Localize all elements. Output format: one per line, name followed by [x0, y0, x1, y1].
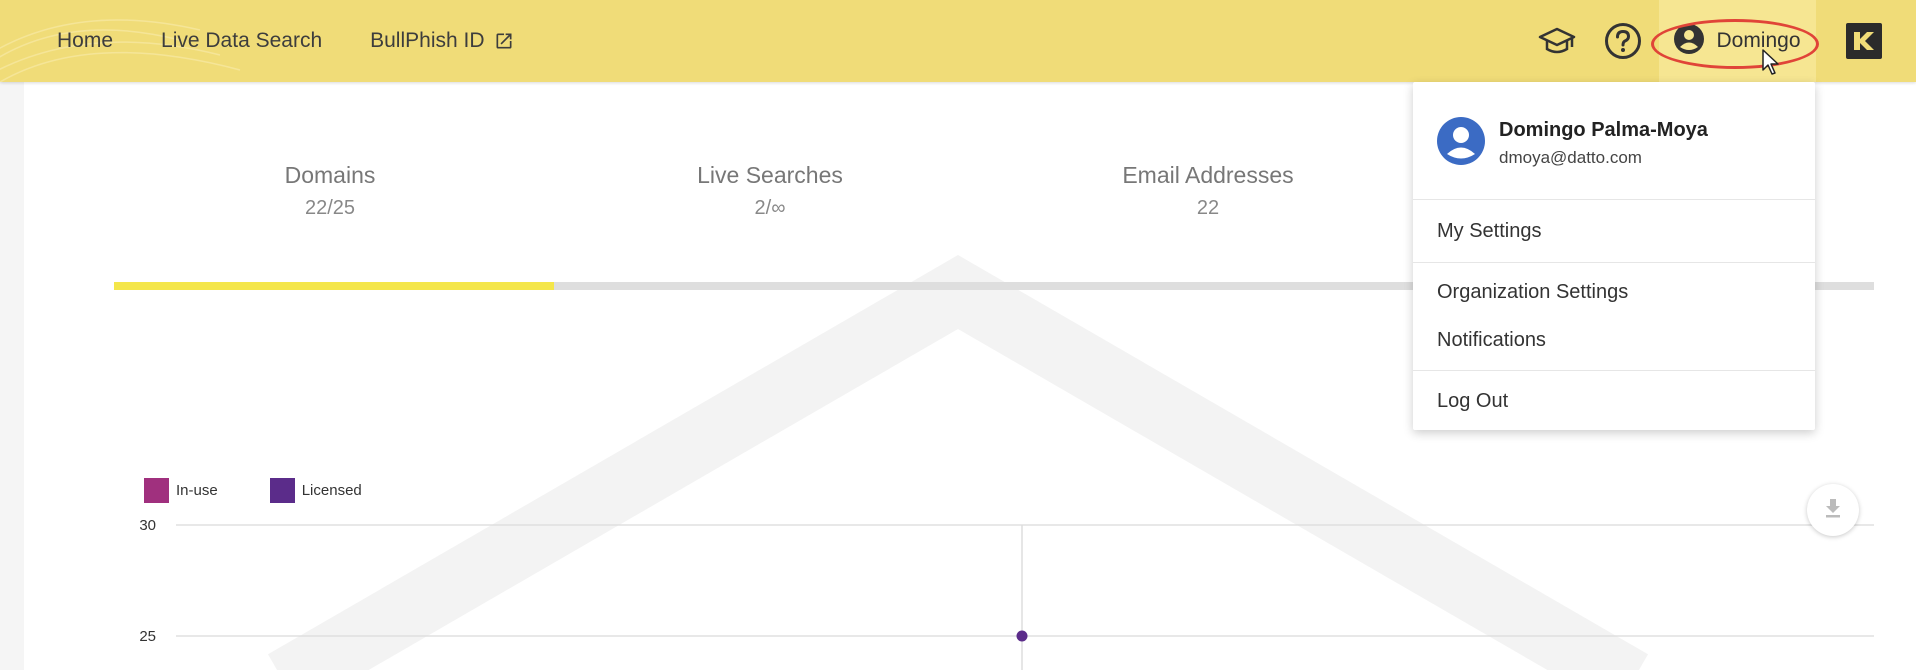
help-circle-icon[interactable] — [1601, 19, 1645, 63]
legend-item-licensed[interactable]: Licensed — [269, 478, 362, 503]
avatar-icon — [1437, 117, 1485, 170]
graduation-cap-icon[interactable] — [1535, 19, 1579, 63]
y-tick-label: 25 — [139, 628, 156, 645]
nav-bullphish-id[interactable]: BullPhish ID — [370, 29, 513, 53]
user-name-label: Domingo — [1716, 29, 1801, 52]
nav-home[interactable]: Home — [57, 29, 113, 53]
download-icon — [1823, 497, 1843, 524]
menu-item-my-settings[interactable]: My Settings — [1413, 208, 1815, 254]
header-tools: Domingo — [1535, 0, 1916, 82]
user-full-name: Domingo Palma-Moya — [1499, 119, 1708, 141]
chart-legend: In-use Licensed — [144, 478, 362, 503]
menu-item-notifications[interactable]: Notifications — [1413, 317, 1815, 363]
legend-label-in-use: In-use — [176, 482, 218, 499]
user-profile-header: Domingo Palma-Moya dmoya@datto.com — [1413, 82, 1815, 200]
nav-bullphish-id-label: BullPhish ID — [370, 29, 485, 52]
menu-item-organization-settings[interactable]: Organization Settings — [1413, 269, 1815, 315]
top-navigation-bar: Home Live Data Search BullPhish ID Domin… — [0, 0, 1916, 82]
user-menu-button[interactable]: Domingo — [1651, 0, 1819, 82]
menu-divider — [1413, 370, 1815, 371]
account-circle-icon — [1674, 23, 1705, 59]
menu-item-log-out[interactable]: Log Out — [1413, 378, 1815, 424]
nav-live-data-search[interactable]: Live Data Search — [161, 29, 322, 53]
legend-label-licensed: Licensed — [301, 482, 362, 499]
legend-swatch-in-use — [144, 478, 169, 503]
legend-item-in-use[interactable]: In-use — [144, 478, 218, 503]
external-link-icon — [494, 31, 514, 51]
legend-swatch-licensed — [269, 478, 295, 503]
main-nav: Home Live Data Search BullPhish ID — [0, 0, 514, 82]
data-point-licensed[interactable] — [1016, 630, 1028, 642]
download-chart-button[interactable] — [1807, 484, 1859, 536]
user-dropdown-menu: Domingo Palma-Moya dmoya@datto.com My Se… — [1413, 82, 1815, 430]
user-email: dmoya@datto.com — [1499, 148, 1642, 167]
menu-divider — [1413, 262, 1815, 263]
brand-logo-icon[interactable] — [1846, 23, 1882, 59]
y-tick-label: 30 — [139, 517, 156, 534]
mouse-cursor-icon — [1762, 49, 1779, 75]
